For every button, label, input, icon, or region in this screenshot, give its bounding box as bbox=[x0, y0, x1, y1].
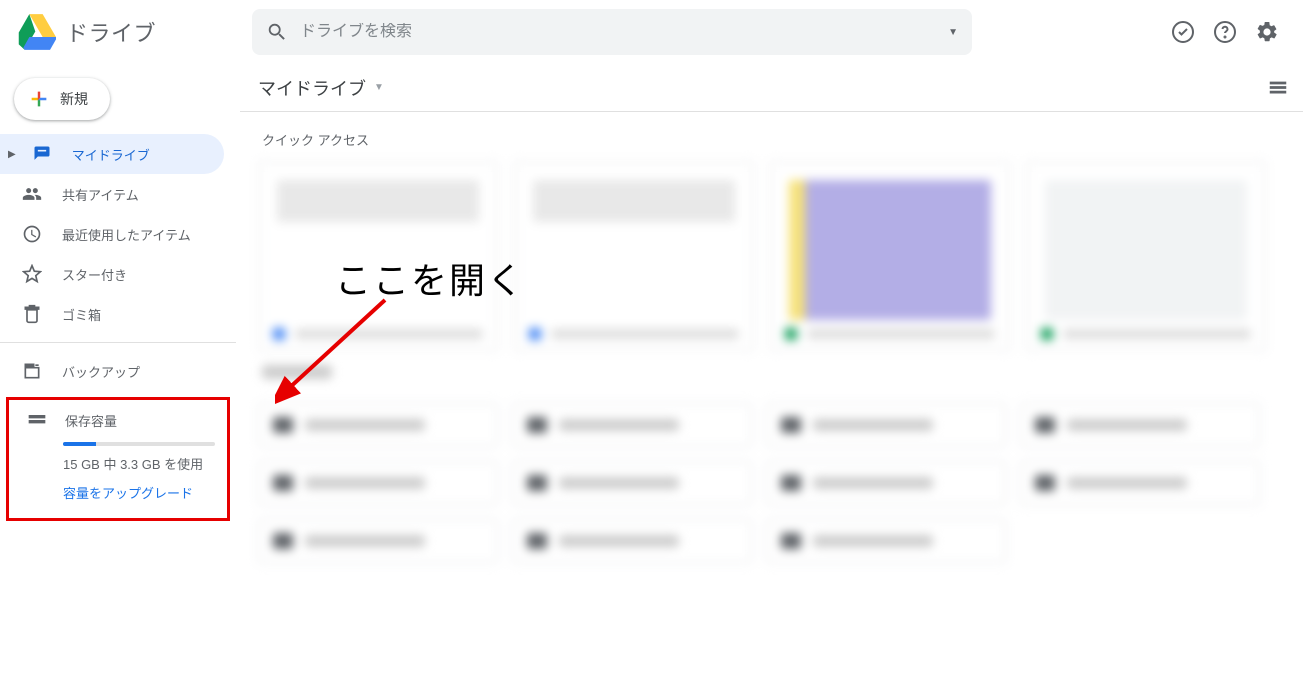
folder-item[interactable] bbox=[512, 461, 752, 505]
logo-area: ドライブ bbox=[16, 14, 252, 50]
expand-arrow-icon[interactable]: ▶ bbox=[8, 149, 16, 160]
sidebar-item-shared[interactable]: 共有アイテム bbox=[0, 174, 224, 214]
folder-rows bbox=[240, 403, 1303, 563]
breadcrumb-dropdown-icon[interactable]: ▼ bbox=[374, 82, 384, 93]
storage-heading: 保存容量 bbox=[65, 411, 117, 430]
trash-icon bbox=[22, 304, 42, 324]
sidebar-item-trash[interactable]: ゴミ箱 bbox=[0, 294, 224, 334]
storage-usage-text: 15 GB 中 3.3 GB を使用 bbox=[63, 454, 215, 473]
breadcrumb[interactable]: マイドライブ ▼ bbox=[240, 64, 1303, 112]
search-input[interactable] bbox=[300, 23, 948, 41]
folder-item[interactable] bbox=[766, 403, 1006, 447]
storage-bar bbox=[63, 442, 215, 446]
folder-item[interactable] bbox=[258, 519, 498, 563]
folder-item[interactable] bbox=[258, 403, 498, 447]
storage-section: 保存容量 15 GB 中 3.3 GB を使用 容量をアップグレード bbox=[6, 397, 230, 521]
offline-ready-icon[interactable] bbox=[1171, 20, 1195, 44]
settings-gear-icon[interactable] bbox=[1255, 20, 1279, 44]
sidebar-item-starred[interactable]: スター付き bbox=[0, 254, 224, 294]
quick-access-cards bbox=[240, 161, 1303, 351]
nav-label: スター付き bbox=[62, 265, 127, 284]
search-bar[interactable]: ▼ bbox=[252, 9, 972, 55]
content-area: マイドライブ ▼ クイック アクセス bbox=[236, 64, 1303, 675]
breadcrumb-current: マイドライブ bbox=[258, 75, 366, 101]
shared-icon bbox=[22, 184, 42, 204]
quick-access-label: クイック アクセス bbox=[240, 112, 1303, 161]
star-icon bbox=[22, 264, 42, 284]
sidebar-item-mydrive[interactable]: ▶ マイドライブ bbox=[0, 134, 224, 174]
folder-item[interactable] bbox=[766, 461, 1006, 505]
file-card[interactable] bbox=[514, 161, 754, 351]
folder-item[interactable] bbox=[766, 519, 1006, 563]
sidebar-item-backup[interactable]: バックアップ bbox=[0, 351, 224, 391]
folder-item[interactable] bbox=[1020, 461, 1260, 505]
storage-icon bbox=[27, 410, 47, 430]
file-card[interactable] bbox=[258, 161, 498, 351]
folder-item[interactable] bbox=[512, 519, 752, 563]
folder-item[interactable] bbox=[512, 403, 752, 447]
nav-label: ゴミ箱 bbox=[62, 305, 101, 324]
search-options-icon[interactable]: ▼ bbox=[948, 27, 958, 38]
new-button[interactable]: 新規 bbox=[14, 78, 110, 120]
upgrade-storage-link[interactable]: 容量をアップグレード bbox=[63, 483, 215, 502]
sidebar: 新規 ▶ マイドライブ 共有アイテム 最近使用したアイテム スター付き bbox=[0, 64, 236, 675]
file-card[interactable] bbox=[770, 161, 1010, 351]
new-button-label: 新規 bbox=[60, 89, 88, 109]
nav-label: バックアップ bbox=[62, 362, 140, 381]
backup-icon bbox=[22, 361, 42, 381]
list-view-icon[interactable] bbox=[1267, 77, 1289, 99]
file-card[interactable] bbox=[1026, 161, 1266, 351]
nav-label: マイドライブ bbox=[72, 145, 150, 164]
folder-item[interactable] bbox=[1020, 403, 1260, 447]
clock-icon bbox=[22, 224, 42, 244]
nav-label: 最近使用したアイテム bbox=[62, 225, 191, 244]
nav-label: 共有アイテム bbox=[62, 185, 139, 204]
help-icon[interactable] bbox=[1213, 20, 1237, 44]
section-header bbox=[262, 365, 1303, 395]
folder-item[interactable] bbox=[258, 461, 498, 505]
search-icon bbox=[266, 21, 288, 43]
drive-logo-icon bbox=[16, 14, 56, 50]
mydrive-icon bbox=[32, 144, 52, 164]
sidebar-item-recent[interactable]: 最近使用したアイテム bbox=[0, 214, 224, 254]
app-title: ドライブ bbox=[66, 16, 156, 48]
plus-icon bbox=[28, 88, 50, 110]
